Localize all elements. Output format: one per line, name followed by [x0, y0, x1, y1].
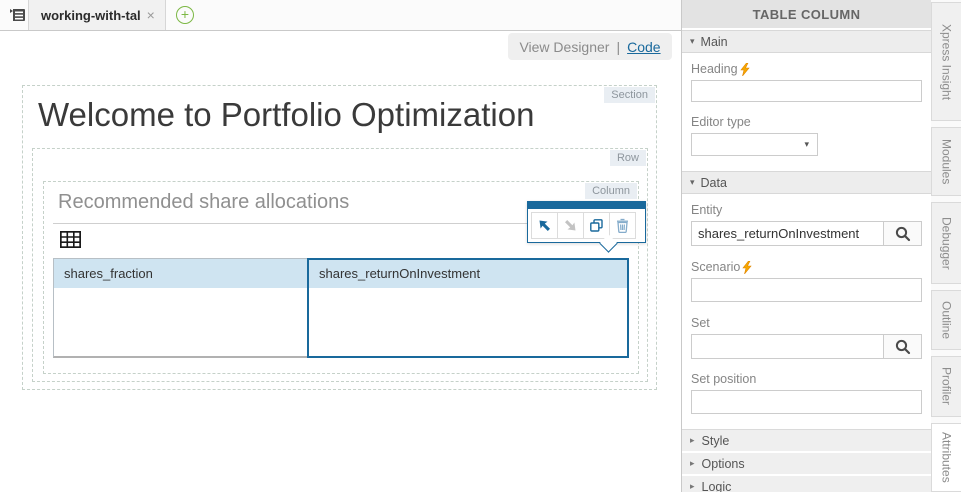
side-tab-xpress-insight[interactable]: Xpress Insight [931, 2, 961, 121]
panel-title: TABLE COLUMN [682, 0, 931, 28]
expression-bolt-icon [742, 261, 752, 274]
section-header-options[interactable]: ▸ Options [682, 453, 931, 476]
side-tab-modules[interactable]: Modules [931, 127, 961, 196]
expression-bolt-icon [740, 63, 750, 76]
search-icon [895, 339, 911, 355]
column-badge: Column [585, 183, 637, 199]
view-mode-switch: View Designer | Code [508, 33, 672, 60]
properties-panel: TABLE COLUMN ▾ Main Heading Editor type … [681, 0, 931, 492]
section-main-label: Main [701, 35, 728, 49]
set-search-button[interactable] [883, 334, 922, 359]
chevron-down-icon: ▾ [690, 177, 695, 188]
section-header-logic[interactable]: ▸ Logic [682, 476, 931, 492]
chevron-down-icon: ▾ [690, 36, 695, 47]
chevron-right-icon: ▸ [690, 481, 695, 492]
tab-close-icon[interactable]: × [147, 8, 155, 22]
heading-label: Heading [691, 62, 922, 76]
view-mode-separator: | [616, 39, 620, 55]
section-style-label: Style [702, 434, 730, 448]
row-badge: Row [610, 150, 646, 166]
page-title: Welcome to Portfolio Optimization [38, 96, 534, 134]
set-position-input[interactable] [691, 390, 922, 414]
tab-label: working-with-tal [41, 8, 141, 23]
tab-bar: working-with-tal × + [0, 0, 681, 31]
tab-working-with-tal[interactable]: working-with-tal × [28, 0, 166, 30]
dropdown-arrow-icon: ▾ [804, 139, 809, 150]
element-toolbar [527, 201, 646, 243]
section-badge: Section [604, 87, 655, 103]
scenario-input[interactable] [691, 278, 922, 302]
move-down-icon [557, 212, 584, 239]
chevron-right-icon: ▸ [690, 458, 695, 469]
set-input[interactable] [691, 334, 883, 359]
side-tab-strip: Xpress Insight Modules Debugger Outline … [931, 0, 961, 492]
entity-label: Entity [691, 203, 922, 217]
side-tab-debugger[interactable]: Debugger [931, 202, 961, 284]
set-position-label: Set position [691, 372, 922, 386]
section-data-label: Data [701, 176, 727, 190]
code-link[interactable]: Code [627, 39, 660, 55]
add-tab-icon[interactable]: + [176, 6, 194, 24]
table-column-shares-returnoninvestment[interactable]: shares_returnOnInvestment [308, 259, 628, 288]
view-designer-label: View Designer [519, 39, 609, 55]
widget-title: Recommended share allocations [58, 191, 349, 214]
search-icon [895, 226, 911, 242]
data-table: shares_fraction shares_returnOnInvestmen… [53, 258, 629, 358]
table-grid-icon [60, 231, 81, 248]
entity-input[interactable] [691, 221, 883, 246]
section-header-style[interactable]: ▸ Style [682, 430, 931, 453]
designer-canvas: View Designer | Code Section Welcome to … [0, 31, 681, 492]
table-header-row: shares_fraction shares_returnOnInvestmen… [54, 259, 628, 289]
row-container[interactable]: Row Column Recommended share allocations [32, 148, 648, 382]
chevron-right-icon: ▸ [690, 435, 695, 446]
set-label: Set [691, 316, 922, 330]
editor-type-select[interactable]: ▾ [691, 133, 818, 156]
section-header-data[interactable]: ▾ Data [682, 171, 931, 194]
scenario-label: Scenario [691, 260, 922, 274]
app-window: working-with-tal × + View Designer | Cod… [0, 0, 961, 492]
element-toolbar-handle[interactable] [528, 202, 645, 209]
section-header-main[interactable]: ▾ Main [682, 30, 931, 53]
side-tab-attributes[interactable]: Attributes [931, 423, 961, 492]
editor-type-label: Editor type [691, 115, 922, 129]
table-column-shares-fraction[interactable]: shares_fraction [54, 259, 308, 288]
section-options-label: Options [702, 457, 745, 471]
heading-input[interactable] [691, 80, 922, 102]
entity-search-button[interactable] [883, 221, 922, 246]
delete-icon[interactable] [609, 212, 636, 239]
view-list-icon[interactable] [9, 8, 27, 23]
section-logic-label: Logic [702, 480, 732, 492]
side-tab-profiler[interactable]: Profiler [931, 356, 961, 417]
side-tab-outline[interactable]: Outline [931, 290, 961, 350]
move-up-icon[interactable] [531, 212, 558, 239]
